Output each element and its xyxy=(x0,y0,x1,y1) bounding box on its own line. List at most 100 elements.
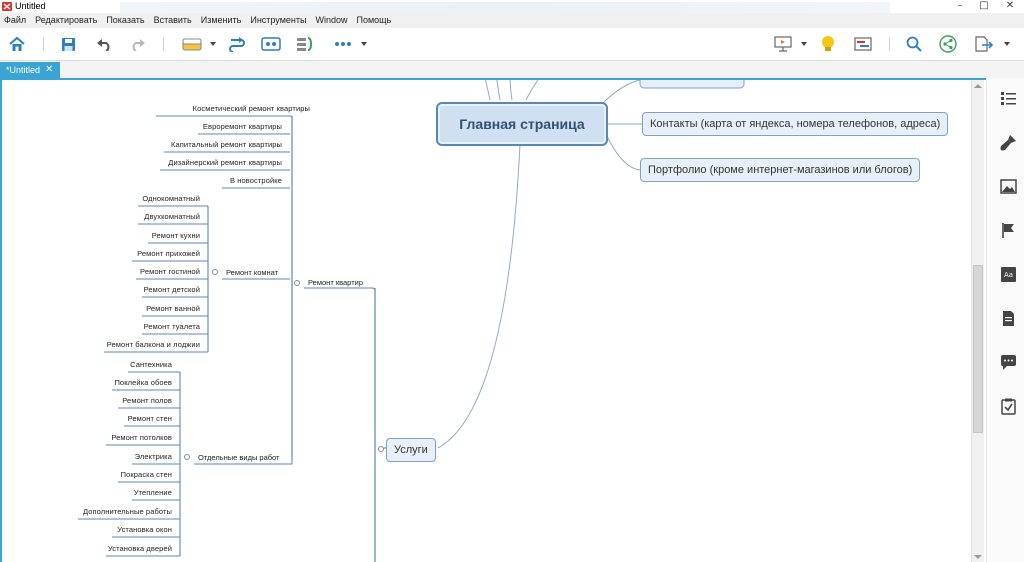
tab-strip: *Untitled ✕ xyxy=(0,61,1024,78)
presentation-icon xyxy=(774,36,792,52)
toolbar-separator xyxy=(889,38,890,51)
topic-doors[interactable]: Установка дверей xyxy=(62,544,172,554)
toolbar-separator xyxy=(43,38,44,51)
topic-separate-works[interactable]: Отдельные виды работ xyxy=(198,453,280,463)
task-icon[interactable] xyxy=(1000,398,1017,415)
share-icon xyxy=(939,35,957,53)
topic-designer-repair[interactable]: Дизайнерский ремонт квартиры xyxy=(152,158,282,168)
topic-walls[interactable]: Ремонт стен xyxy=(62,414,172,424)
boundary-icon xyxy=(297,37,313,51)
save-icon xyxy=(61,37,75,51)
topic-contacts[interactable]: Контакты (карта от яндекса, номера телеф… xyxy=(642,112,949,136)
gantt-icon xyxy=(854,37,872,51)
gantt-button[interactable] xyxy=(852,34,874,54)
menu-tools[interactable]: Инструменты xyxy=(250,13,306,28)
topic-renovation[interactable]: Ремонт квартир xyxy=(308,278,363,288)
redo-button[interactable] xyxy=(128,34,148,54)
topic-balcony[interactable]: Ремонт балкона и лоджии xyxy=(82,340,200,350)
close-tab-icon[interactable]: ✕ xyxy=(45,62,53,78)
topic-dropdown-caret[interactable] xyxy=(210,42,216,46)
topic-toilet[interactable]: Ремонт туалета xyxy=(102,322,200,332)
undo-button[interactable] xyxy=(94,34,114,54)
idea-button[interactable] xyxy=(818,34,838,54)
summary-button[interactable] xyxy=(260,34,282,54)
menu-window[interactable]: Window xyxy=(315,13,347,28)
mind-map-canvas[interactable]: Главная страница Контакты (карта от янде… xyxy=(0,78,986,562)
collapse-services-toggle[interactable] xyxy=(378,446,384,452)
menu-modify[interactable]: Изменить xyxy=(201,13,242,28)
topic-one-room[interactable]: Однокомнатный xyxy=(102,194,200,204)
minimize-button[interactable]: – xyxy=(948,0,972,13)
topic-painting[interactable]: Покраска стен xyxy=(62,470,172,480)
notes-icon[interactable] xyxy=(1000,310,1017,327)
relationship-button[interactable] xyxy=(226,34,248,54)
tab-untitled[interactable]: *Untitled ✕ xyxy=(0,62,60,78)
topic-additional-works[interactable]: Дополнительные работы xyxy=(42,507,172,517)
share-button[interactable] xyxy=(938,34,958,54)
export-icon xyxy=(975,36,994,52)
menu-help[interactable]: Помощь xyxy=(356,13,391,28)
app-logo-icon xyxy=(2,2,12,11)
text-style-icon[interactable]: Aa xyxy=(1000,266,1017,283)
topic-two-room[interactable]: Двухкомнатный xyxy=(102,212,200,222)
menu-insert[interactable]: Вставить xyxy=(154,13,192,28)
topic-bathroom[interactable]: Ремонт ванной xyxy=(102,304,200,314)
topic-insulation[interactable]: Утепление xyxy=(62,488,172,498)
presentation-dropdown-caret[interactable] xyxy=(801,42,807,46)
topic-plumbing[interactable]: Сантехника xyxy=(62,360,172,370)
close-window-button[interactable]: ✕ xyxy=(998,0,1022,13)
marker-flag-icon[interactable] xyxy=(1000,222,1017,239)
topic-services[interactable]: Услуги xyxy=(386,438,436,462)
collapse-works-toggle[interactable] xyxy=(184,454,190,460)
title-bar: Untitled – □ ✕ xyxy=(0,0,1024,13)
maximize-button[interactable]: □ xyxy=(972,0,996,13)
topic-cosmetic-repair[interactable]: Косметический ремонт квартиры xyxy=(122,104,310,114)
collapse-renovation-toggle[interactable] xyxy=(294,280,300,286)
topic-room-repair[interactable]: Ремонт комнат xyxy=(226,268,278,278)
topic-living-room[interactable]: Ремонт гостиной xyxy=(102,267,200,277)
menu-file[interactable]: Файл xyxy=(4,13,26,28)
save-button[interactable] xyxy=(58,34,78,54)
topic-electrics[interactable]: Электрика xyxy=(62,452,172,462)
topic-euro-repair[interactable]: Евроремонт квартиры xyxy=(152,122,282,132)
topic-new-building[interactable]: В новостройке xyxy=(202,176,282,186)
topic-portfolio[interactable]: Портфолио (кроме интернет-магазинов или … xyxy=(640,158,921,182)
presentation-button[interactable] xyxy=(772,34,794,54)
more-icon xyxy=(335,42,351,46)
topic-floors[interactable]: Ремонт полов xyxy=(62,396,172,406)
topic-hallway[interactable]: Ремонт прихожей xyxy=(102,249,200,259)
collapse-rooms-toggle[interactable] xyxy=(212,269,218,275)
menu-view[interactable]: Показать xyxy=(106,13,144,28)
search-icon xyxy=(906,36,922,52)
topic-kitchen[interactable]: Ремонт кухни xyxy=(102,231,200,241)
boundary-button[interactable] xyxy=(294,34,316,54)
export-dropdown-caret[interactable] xyxy=(1004,42,1010,46)
home-button[interactable] xyxy=(6,34,28,54)
topic-windows[interactable]: Установка окон xyxy=(62,525,172,535)
tab-label: *Untitled xyxy=(6,65,41,75)
scroll-down-icon[interactable] xyxy=(974,555,982,559)
topic-nursery[interactable]: Ремонт детской xyxy=(102,285,200,295)
scrollbar-thumb[interactable] xyxy=(973,265,983,433)
window-title: Untitled xyxy=(15,1,46,11)
outline-icon[interactable] xyxy=(1000,90,1017,107)
search-button[interactable] xyxy=(904,34,924,54)
image-icon[interactable] xyxy=(1000,178,1017,195)
topic-wallpaper[interactable]: Поклейка обоев xyxy=(62,378,172,388)
central-topic[interactable]: Главная страница xyxy=(436,102,608,146)
topic-button[interactable] xyxy=(180,34,204,54)
menu-edit[interactable]: Редактировать xyxy=(35,13,97,28)
topic-ceilings[interactable]: Ремонт потолков xyxy=(62,433,172,443)
menu-bar: Файл Редактировать Показать Вставить Изм… xyxy=(0,13,1024,28)
topic-capital-repair[interactable]: Капитальный ремонт квартиры xyxy=(152,140,282,150)
export-button[interactable] xyxy=(972,34,996,54)
redo-icon xyxy=(132,39,145,51)
scroll-up-icon[interactable] xyxy=(974,84,982,88)
more-button[interactable] xyxy=(332,34,354,54)
summary-icon xyxy=(261,37,281,51)
format-brush-icon[interactable] xyxy=(1000,134,1017,151)
more-dropdown-caret[interactable] xyxy=(361,42,367,46)
right-sidebar: Aa xyxy=(986,78,1024,562)
vertical-scrollbar[interactable] xyxy=(971,80,984,562)
comments-icon[interactable] xyxy=(1000,354,1017,371)
